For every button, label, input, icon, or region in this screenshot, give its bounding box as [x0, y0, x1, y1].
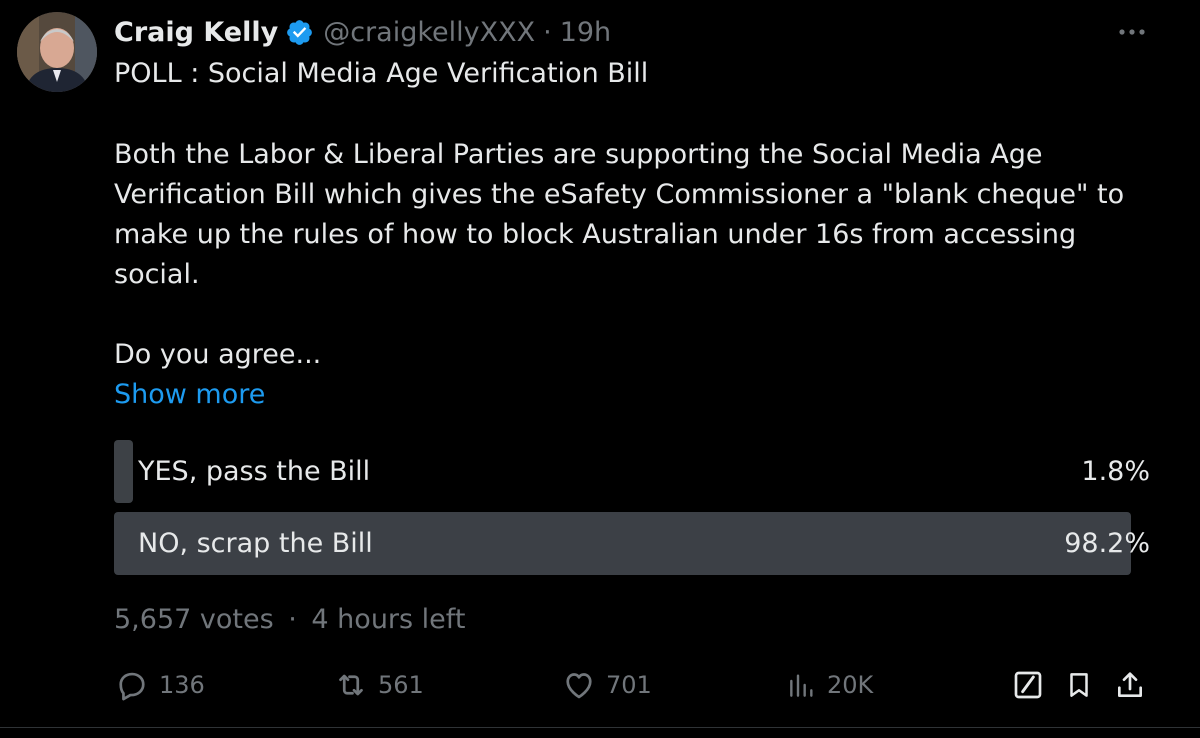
tweet-text-title: POLL : Social Media Age Verification Bil… [114, 58, 649, 89]
poll-meta: 5,657 votes · 4 hours left [114, 600, 465, 640]
header-separator: · [543, 16, 552, 48]
like-count: 701 [606, 671, 652, 699]
poll-option-percent: 1.8% [1081, 456, 1150, 487]
share-icon [1114, 668, 1146, 702]
views-count: 20K [827, 671, 874, 699]
like-button[interactable]: 701 [561, 663, 652, 707]
show-more-link[interactable]: Show more [114, 375, 265, 415]
views-button[interactable]: 20K [786, 663, 873, 707]
verified-badge-icon [285, 18, 314, 47]
tweet: Craig Kelly @craigkellyXXX · 19h POLL : … [0, 0, 1200, 738]
poll-meta-separator: · [288, 604, 297, 635]
repost-button[interactable]: 561 [333, 663, 424, 707]
author-name[interactable]: Craig Kelly [114, 17, 278, 48]
poll-option-label: NO, scrap the Bill [138, 528, 373, 559]
repost-count: 561 [378, 671, 424, 699]
action-bar: 136 561 701 20K [0, 663, 1200, 707]
bookmark-icon [1064, 668, 1094, 702]
reply-icon [114, 667, 150, 703]
grok-button[interactable] [1012, 663, 1044, 707]
bookmark-button[interactable] [1064, 663, 1094, 707]
avatar[interactable] [17, 12, 97, 92]
reply-button[interactable]: 136 [114, 663, 205, 707]
poll-votes: 5,657 votes [114, 604, 274, 635]
poll-time-left: 4 hours left [311, 604, 466, 635]
tweet-header: Craig Kelly @craigkellyXXX · 19h [114, 12, 611, 52]
tweet-text-line: make up the rules of how to block Austra… [114, 219, 1077, 250]
avatar-image [17, 12, 97, 92]
more-dots-icon[interactable] [1114, 18, 1150, 46]
views-chart-icon [786, 667, 818, 703]
poll-option-percent: 98.2% [1064, 528, 1150, 559]
divider [0, 727, 1200, 728]
author-handle[interactable]: @craigkellyXXX [323, 17, 535, 48]
tweet-timestamp[interactable]: 19h [560, 17, 611, 48]
tweet-text-question: Do you agree... [114, 339, 322, 370]
tweet-text-line: social. [114, 259, 200, 290]
poll-option-label: YES, pass the Bill [138, 456, 371, 487]
poll-option-yes: YES, pass the Bill 1.8% [114, 440, 1150, 503]
tweet-text-line: Both the Labor & Liberal Parties are sup… [114, 139, 1043, 170]
heart-icon [561, 667, 597, 703]
tweet-text-line: Verification Bill which gives the eSafet… [114, 179, 1125, 210]
repost-icon [333, 667, 369, 703]
poll-option-no: NO, scrap the Bill 98.2% [114, 512, 1150, 575]
reply-count: 136 [159, 671, 205, 699]
poll-bar [114, 440, 133, 503]
share-button[interactable] [1114, 663, 1146, 707]
grok-icon [1012, 668, 1044, 702]
